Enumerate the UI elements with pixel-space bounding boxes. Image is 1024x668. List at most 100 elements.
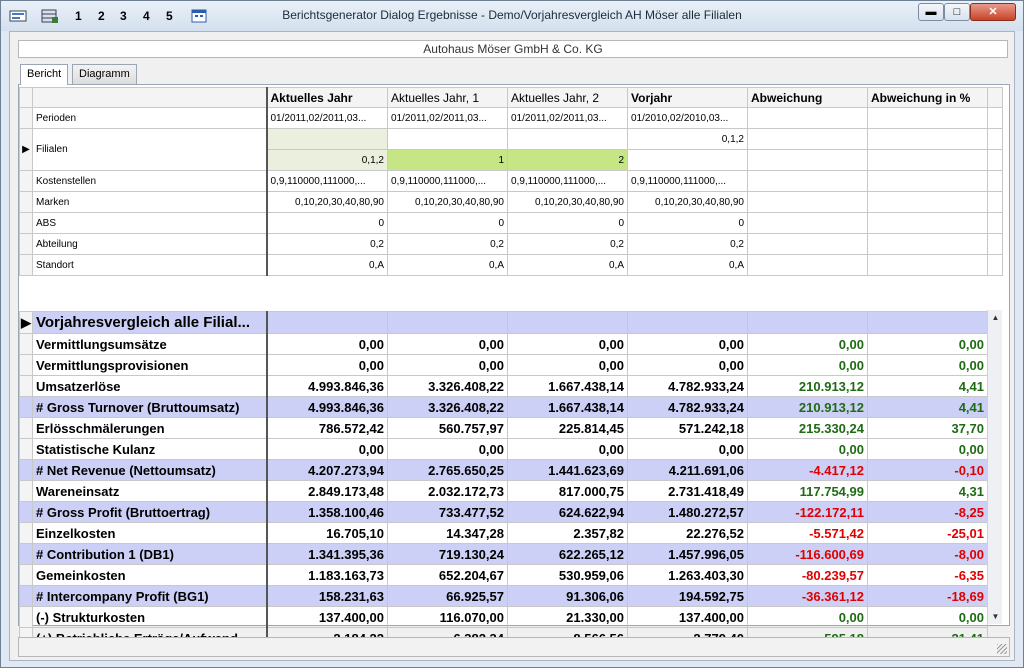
report-cell[interactable]: 0,00 <box>265 333 388 355</box>
report-cell[interactable]: 0,00 <box>387 354 508 376</box>
report-cell[interactable]: -116.600,69 <box>747 543 868 565</box>
param-cell[interactable]: 0,2 <box>507 233 628 255</box>
param-cell[interactable] <box>507 128 628 150</box>
report-cell[interactable]: -6,35 <box>867 564 988 586</box>
param-cell[interactable] <box>867 170 988 192</box>
report-cell[interactable]: 0,00 <box>627 438 748 460</box>
report-cell[interactable]: 210.913,12 <box>747 375 868 397</box>
report-cell[interactable]: 2.765.650,25 <box>387 459 508 481</box>
report-cell[interactable]: 21.330,00 <box>507 606 628 628</box>
column-header[interactable]: Aktuelles Jahr, 2 <box>507 87 628 108</box>
report-row[interactable]: Gemeinkosten 1.183.163,73 652.204,67 530.95… <box>19 564 988 586</box>
report-row[interactable]: # Contribution 1 (DB1) 1.341.395,36 719.13… <box>19 543 988 565</box>
report-cell[interactable]: 2.032.172,73 <box>387 480 508 502</box>
report-cell[interactable]: 0,00 <box>627 333 748 355</box>
report-cell[interactable]: -80.239,57 <box>747 564 868 586</box>
close-button[interactable]: ✕ <box>970 3 1016 21</box>
param-cell[interactable]: 0,2 <box>387 233 508 255</box>
param-cell[interactable] <box>867 107 988 129</box>
vertical-scrollbar[interactable]: ▲ ▼ <box>987 310 1002 624</box>
report-cell[interactable]: 4.993.846,36 <box>265 375 388 397</box>
scroll-down-icon[interactable]: ▼ <box>988 609 1003 624</box>
report-cell[interactable]: -8,25 <box>867 501 988 523</box>
report-row[interactable]: Erlösschmälerungen 786.572,42 560.757,97 22… <box>19 417 988 439</box>
param-cell[interactable] <box>265 128 388 150</box>
report-cell[interactable]: 1.183.163,73 <box>265 564 388 586</box>
param-cell[interactable]: 0,9,110000,111000,... <box>265 170 388 192</box>
report-cell[interactable]: 0,00 <box>867 333 988 355</box>
param-cell[interactable] <box>747 128 868 150</box>
report-cell[interactable]: 210.913,12 <box>747 396 868 418</box>
report-cell[interactable]: 4,41 <box>867 396 988 418</box>
minimize-button[interactable]: ▬ <box>918 3 944 21</box>
param-cell[interactable]: 0,10,20,30,40,80,90 <box>507 191 628 213</box>
param-cell[interactable] <box>747 107 868 129</box>
report-cell[interactable]: 1.457.996,05 <box>627 543 748 565</box>
resize-grip-icon[interactable] <box>997 644 1007 654</box>
report-cell[interactable]: 3.326.408,22 <box>387 375 508 397</box>
row-selector-icon[interactable]: ▶ <box>19 128 33 171</box>
report-cell[interactable]: 3.326.408,22 <box>387 396 508 418</box>
report-cell[interactable]: 215.330,24 <box>747 417 868 439</box>
report-row[interactable]: Vermittlungsprovisionen 0,00 0,00 0,00 0,00 0… <box>19 354 988 376</box>
report-cell[interactable]: 4.782.933,24 <box>627 375 748 397</box>
report-cell[interactable]: 571.242,18 <box>627 417 748 439</box>
report-cell[interactable]: 16.705,10 <box>265 522 388 544</box>
report-cell[interactable]: 116.070,00 <box>387 606 508 628</box>
param-cell[interactable]: 2 <box>507 149 628 171</box>
report-cell[interactable]: -8,00 <box>867 543 988 565</box>
report-cell[interactable]: 1.480.272,57 <box>627 501 748 523</box>
report-row[interactable]: Vermittlungsumsätze 0,00 0,00 0,00 0,00 0,00 0… <box>19 333 988 355</box>
param-cell[interactable] <box>867 149 988 171</box>
report-cell[interactable]: 560.757,97 <box>387 417 508 439</box>
param-cell[interactable] <box>867 191 988 213</box>
tab-diagramm[interactable]: Diagramm <box>72 64 137 84</box>
param-cell[interactable] <box>747 149 868 171</box>
param-cell[interactable]: 01/2011,02/2011,03... <box>265 107 388 129</box>
report-cell[interactable]: 225.814,45 <box>507 417 628 439</box>
report-cell[interactable]: 137.400,00 <box>265 606 388 628</box>
param-cell[interactable]: 0,2 <box>265 233 388 255</box>
report-cell[interactable]: 0,00 <box>867 606 988 628</box>
column-header[interactable]: Vorjahr <box>627 87 748 108</box>
column-header[interactable]: Abweichung <box>747 87 868 108</box>
report-cell[interactable]: 0,00 <box>867 354 988 376</box>
report-cell[interactable]: 0,00 <box>867 438 988 460</box>
report-cell[interactable]: 1.358.100,46 <box>265 501 388 523</box>
param-cell[interactable]: 0,9,110000,111000,... <box>387 170 508 192</box>
report-row[interactable]: # Intercompany Profit (BG1) 158.231,63 66.… <box>19 585 988 607</box>
report-cell[interactable]: -5.571,42 <box>747 522 868 544</box>
report-cell[interactable]: 4.207.273,94 <box>265 459 388 481</box>
param-cell[interactable] <box>867 233 988 255</box>
param-cell[interactable]: 0,10,20,30,40,80,90 <box>627 191 748 213</box>
param-cell[interactable] <box>747 212 868 234</box>
report-cell[interactable]: 1.263.403,30 <box>627 564 748 586</box>
param-cell[interactable]: 0,1,2 <box>265 149 388 171</box>
report-cell[interactable]: 733.477,52 <box>387 501 508 523</box>
param-cell[interactable]: 0,A <box>507 254 628 276</box>
param-cell[interactable]: 1 <box>387 149 508 171</box>
report-cell[interactable]: 652.204,67 <box>387 564 508 586</box>
param-cell[interactable]: 0,10,20,30,40,80,90 <box>265 191 388 213</box>
report-cell[interactable]: -4.417,12 <box>747 459 868 481</box>
report-cell[interactable]: 530.959,06 <box>507 564 628 586</box>
tab-bericht[interactable]: Bericht <box>20 64 69 85</box>
report-row[interactable]: (-) Strukturkosten 137.400,00 116.070,00 21… <box>19 606 988 628</box>
report-cell[interactable]: 2.849.173,48 <box>265 480 388 502</box>
report-cell[interactable]: 622.265,12 <box>507 543 628 565</box>
report-row[interactable]: Umsatzerlöse 4.993.846,36 3.326.408,22 1.66… <box>19 375 988 397</box>
report-cell[interactable]: 4.782.933,24 <box>627 396 748 418</box>
report-cell[interactable]: 0,00 <box>627 354 748 376</box>
param-cell[interactable] <box>747 233 868 255</box>
param-cell[interactable]: 0 <box>387 212 508 234</box>
report-cell[interactable]: 1.341.395,36 <box>265 543 388 565</box>
report-row[interactable]: # Gross Turnover (Bruttoumsatz) 4.993.846… <box>19 396 988 418</box>
report-cell[interactable]: 1.667.438,14 <box>507 396 628 418</box>
report-cell[interactable]: 4,31 <box>867 480 988 502</box>
report-cell[interactable]: -25,01 <box>867 522 988 544</box>
report-cell[interactable]: 0,00 <box>747 354 868 376</box>
param-cell[interactable]: 0,9,110000,111000,... <box>507 170 628 192</box>
report-cell[interactable]: 91.306,06 <box>507 585 628 607</box>
param-cell[interactable] <box>867 128 988 150</box>
maximize-button[interactable]: □ <box>944 3 970 21</box>
